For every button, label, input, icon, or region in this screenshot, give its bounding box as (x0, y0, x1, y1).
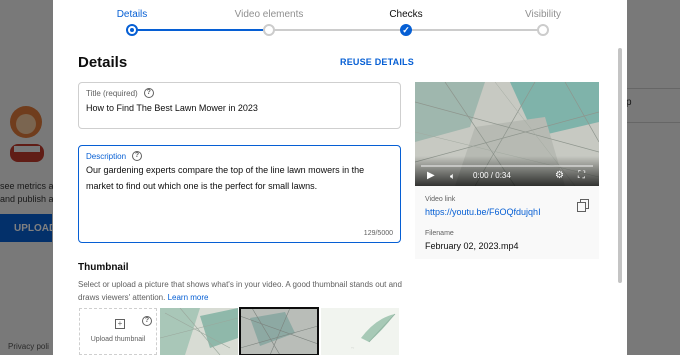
upload-stepper: Details Video elements Checks ✓ Visibili… (53, 0, 627, 40)
step-details-label[interactable]: Details (117, 9, 148, 20)
thumbnail-description: Select or upload a picture that shows wh… (78, 278, 403, 304)
volume-icon[interactable]: 🔈︎ (450, 170, 455, 182)
reuse-details-button[interactable]: REUSE DETAILS (340, 57, 414, 67)
upload-thumbnail-button[interactable]: + ? Upload thumbnail (79, 308, 157, 355)
learn-more-link[interactable]: Learn more (168, 293, 209, 302)
step-video-elements-dot[interactable] (263, 24, 275, 36)
background-privacy-link: Privacy poli (8, 342, 49, 351)
dialog-scrollbar[interactable] (618, 48, 622, 283)
thumbnail-option-1[interactable] (160, 308, 238, 355)
step-details-dot[interactable] (126, 24, 138, 36)
title-field-label: Title (required) (86, 88, 138, 98)
description-field-label-row: Description ? (86, 151, 143, 161)
help-icon[interactable]: ? (142, 316, 152, 326)
thumbnail-option-3[interactable]: ~ (321, 308, 399, 355)
thumbnail-image-3: ~ (321, 308, 399, 355)
video-link-label: Video link (425, 196, 456, 203)
description-char-counter: 129/5000 (363, 230, 393, 237)
upload-thumbnail-label: Upload thumbnail (90, 336, 146, 343)
check-icon[interactable]: ✓ (400, 24, 412, 36)
background-divider (627, 122, 680, 123)
add-image-icon: + (115, 319, 125, 329)
stepper-line (132, 29, 269, 31)
video-progress-bar[interactable] (421, 165, 593, 167)
thumbnail-image-2 (240, 308, 318, 355)
thumbnail-option-2[interactable] (239, 307, 319, 355)
description-field[interactable]: Description ? Our gardening experts comp… (78, 145, 401, 243)
play-icon[interactable]: ▶ (427, 170, 435, 182)
upload-details-dialog: Details Video elements Checks ✓ Visibili… (53, 0, 627, 355)
thumbnail-section-title: Thumbnail (78, 262, 129, 273)
step-video-elements-label[interactable]: Video elements (235, 9, 304, 20)
video-controls: ▶ 🔈︎ 0:00 / 0:34 ⚙︎ ⛶ (415, 156, 599, 186)
fullscreen-icon[interactable]: ⛶ (578, 170, 585, 182)
copy-icon[interactable] (577, 199, 589, 212)
background-text-2: and publish a (0, 194, 54, 204)
title-field-label-row: Title (required) ? (86, 88, 154, 98)
description-input[interactable]: Our gardening experts compare the top of… (86, 162, 391, 194)
step-checks-label[interactable]: Checks (389, 9, 422, 20)
page-title: Details (78, 54, 128, 71)
thumbnail-image-1 (160, 308, 238, 355)
title-field[interactable]: Title (required) ? How to Find The Best … (78, 82, 401, 129)
video-preview-card: ▶ 🔈︎ 0:00 / 0:34 ⚙︎ ⛶ Video link https:/… (415, 82, 599, 259)
help-icon[interactable]: ? (132, 151, 143, 161)
description-field-label: Description (86, 151, 127, 161)
background-illustration (10, 106, 44, 162)
help-icon[interactable]: ? (143, 88, 154, 98)
title-input[interactable]: How to Find The Best Lawn Mower in 2023 (86, 100, 258, 116)
video-time: 0:00 / 0:34 (473, 171, 511, 180)
step-visibility-label[interactable]: Visibility (525, 9, 561, 20)
gear-icon[interactable]: ⚙︎ (555, 170, 564, 182)
step-visibility-dot[interactable] (537, 24, 549, 36)
filename-value: February 02, 2023.mp4 (425, 241, 519, 251)
thumbnail-description-text: Select or upload a picture that shows wh… (78, 280, 402, 302)
background-upload-button: UPLOAD (0, 214, 56, 242)
background-text-1: see metrics a (0, 181, 54, 191)
video-player[interactable]: ▶ 🔈︎ 0:00 / 0:34 ⚙︎ ⛶ (415, 82, 599, 186)
background-divider (627, 88, 680, 89)
filename-label: Filename (425, 230, 454, 237)
video-link[interactable]: https://youtu.be/F6OQfdujqhI (425, 207, 541, 217)
